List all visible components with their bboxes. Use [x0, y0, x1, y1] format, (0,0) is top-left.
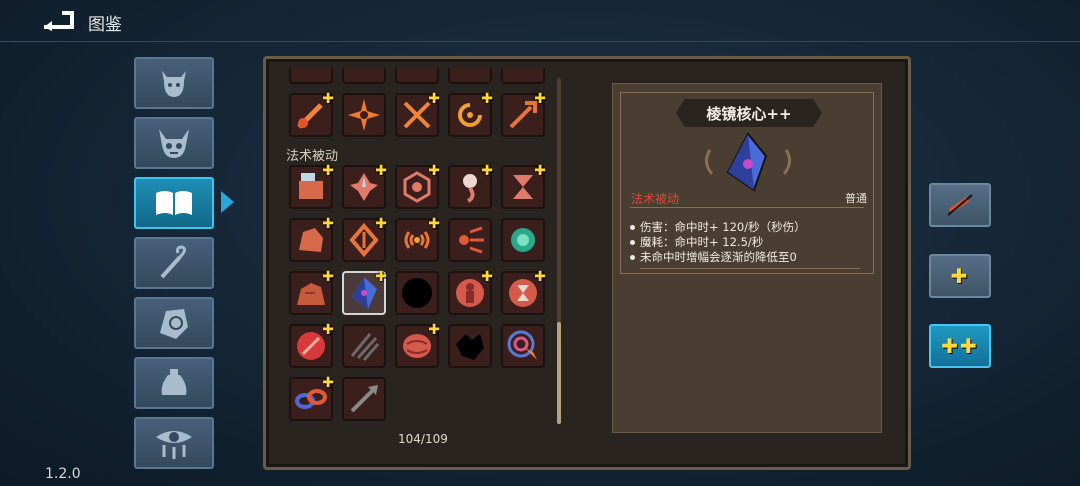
skill-tile[interactable]: ✚: [448, 164, 493, 209]
detail-line: 魔耗：命中时+ 12.5/秒: [630, 234, 763, 250]
active-indicator-arrow: [221, 191, 234, 213]
green-orb-icon: [511, 228, 535, 252]
skill-tile[interactable]: [342, 324, 386, 368]
pouch-icon: [161, 369, 187, 395]
skill-tile[interactable]: ✚: [342, 217, 387, 262]
skill-tile[interactable]: ✚: [289, 164, 334, 209]
detail-category: 法术被动: [631, 192, 680, 206]
bullet-icon: [630, 225, 635, 230]
skill-tile[interactable]: ✚: [395, 217, 440, 262]
skill-tile[interactable]: [501, 324, 545, 368]
skill-tile[interactable]: ✚: [289, 92, 334, 137]
triple-shot-icon: [459, 226, 484, 254]
skill-tile[interactable]: ✚: [289, 270, 334, 315]
top-bar: 图鉴: [0, 0, 1080, 42]
detail-divider: [630, 207, 864, 208]
skill-tile[interactable]: [342, 93, 386, 137]
upgrade-level-plusplus-label: ✚✚: [941, 334, 979, 358]
skill-tile[interactable]: ✚: [501, 270, 546, 315]
upgrade-level-plus-label: ✚: [950, 264, 970, 288]
upgrade-level-plusplus-button[interactable]: ✚✚: [929, 324, 991, 368]
upgrade-level-base-button[interactable]: [929, 183, 991, 227]
skill-tile[interactable]: [448, 68, 492, 84]
detail-line: 未命中时增幅会逐渐的降低至0: [630, 249, 797, 265]
horned-skull-icon: [159, 129, 189, 158]
slashed-base-icon: [947, 194, 973, 216]
detail-title: 棱镜核心++: [706, 105, 792, 123]
skill-tile[interactable]: ✚: [342, 164, 387, 209]
back-button[interactable]: [42, 9, 78, 31]
section-label: 法术被动: [286, 149, 339, 164]
back-arrow-icon: [44, 11, 74, 31]
skill-tile[interactable]: ✚: [395, 164, 440, 209]
skill-tile-locked[interactable]: [448, 324, 492, 368]
claw-marks-icon: [350, 333, 380, 361]
skill-tile[interactable]: ✚: [395, 92, 440, 137]
version-label: 1.2.0: [45, 466, 81, 482]
book-icon: [156, 191, 192, 215]
upgrade-level-plus-button[interactable]: ✚: [929, 254, 991, 298]
devil-face-icon: [162, 71, 186, 97]
detail-line-text: 未命中时增幅会逐渐的降低至0: [640, 250, 797, 264]
page-title: 图鉴: [88, 15, 122, 35]
sidebar-item-characters[interactable]: [134, 57, 214, 109]
bullet-icon: [630, 240, 635, 245]
top-divider: [0, 41, 1080, 42]
skill-tile[interactable]: ✚: [501, 164, 546, 209]
eye-icon: [156, 431, 192, 459]
skill-tile[interactable]: [448, 218, 492, 262]
skill-tile-locked[interactable]: [395, 271, 439, 315]
sidebar-item-curses[interactable]: [134, 417, 214, 469]
skill-tile[interactable]: ✚: [395, 323, 440, 368]
staff-icon: [160, 245, 187, 279]
skill-tile[interactable]: ✚: [448, 92, 493, 137]
target-cursor-icon: [507, 330, 537, 360]
skill-tile[interactable]: [501, 218, 545, 262]
skill-tile[interactable]: [501, 68, 545, 84]
skill-tile[interactable]: ✚: [289, 217, 334, 262]
skill-tile[interactable]: ✚: [501, 92, 546, 137]
prism-core-large-icon: [705, 132, 791, 192]
detail-line-text: 伤害：命中时+ 120/秒（秒伤）: [640, 220, 806, 234]
skill-tile[interactable]: [289, 68, 333, 84]
skill-tile[interactable]: ✚: [289, 376, 334, 421]
skill-grid[interactable]: ✚ ✚ ✚ ✚ ✚ ✚ ✚ ✚ ✚ ✚ ✚ ✚ ✚ ✚ ✚ ✚ ✚ ✚ ✚: [282, 68, 562, 430]
sidebar-item-monsters[interactable]: [134, 117, 214, 169]
bullet-icon: [630, 255, 635, 260]
detail-line: 伤害：命中时+ 120/秒（秒伤）: [630, 219, 806, 235]
grid-scrollbar-thumb[interactable]: [557, 322, 561, 424]
skill-tile-selected[interactable]: ✚: [342, 270, 387, 315]
sidebar-item-codex[interactable]: [134, 177, 214, 229]
sidebar-item-relics[interactable]: [134, 297, 214, 349]
sidebar-item-staffs[interactable]: [134, 237, 214, 289]
locked-silhouette-icon: [402, 278, 432, 308]
burst-icon: [348, 99, 380, 131]
skill-tile[interactable]: ✚: [289, 323, 334, 368]
skill-tile[interactable]: ✚: [448, 270, 493, 315]
detail-divider-bottom: [640, 268, 860, 269]
skill-tile[interactable]: [342, 68, 386, 84]
sidebar-item-items[interactable]: [134, 357, 214, 409]
spear-icon: [350, 385, 378, 413]
hand-rune-icon: [160, 309, 188, 339]
locked-leaf-silhouette-icon: [456, 334, 484, 360]
detail-rarity: 普通: [845, 192, 867, 205]
collection-count: 104/109: [398, 432, 448, 446]
skill-tile[interactable]: [395, 68, 439, 84]
detail-line-text: 魔耗：命中时+ 12.5/秒: [640, 235, 764, 249]
skill-tile[interactable]: [342, 377, 386, 421]
